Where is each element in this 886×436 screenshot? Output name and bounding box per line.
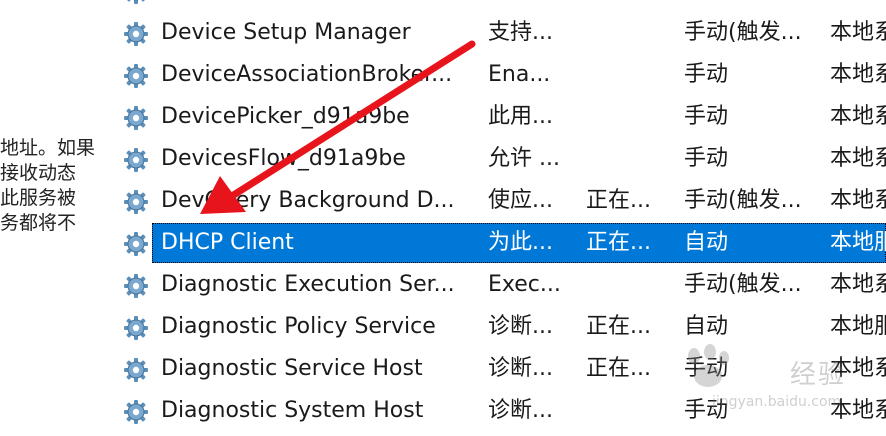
- service-name: DevicePicker_d91a9be: [161, 104, 410, 129]
- service-log-on-as: 本地系: [830, 188, 886, 213]
- service-name: DeviceAssociationBroker...: [161, 62, 453, 87]
- service-status: 正在...: [586, 356, 651, 381]
- service-row[interactable]: Diagnostic Execution Ser... Exec... 手动(触发.…: [0, 264, 886, 306]
- service-name: DevQuery Background D...: [161, 188, 455, 213]
- service-row[interactable]: Diagnostic Policy Service 诊断... 正在... 自动 本地服: [0, 306, 886, 348]
- gear-icon: [124, 22, 148, 46]
- service-startup-type: 手动(触发...: [684, 20, 802, 45]
- gear-icon: [124, 358, 148, 382]
- service-description: 诊断...: [488, 314, 553, 339]
- service-name: DHCP Client: [161, 230, 294, 255]
- service-name: Diagnostic Policy Service: [161, 314, 436, 339]
- service-log-on-as: 本地服: [830, 230, 886, 255]
- service-description: 支持...: [488, 20, 553, 45]
- gear-icon: [124, 190, 148, 214]
- service-description: 诊断...: [488, 356, 553, 381]
- service-log-on-as: 本地系: [830, 62, 886, 87]
- service-startup-type: 自动: [684, 314, 729, 339]
- service-name: DevicesFlow_d91a9be: [161, 146, 406, 171]
- service-startup-type: 手动(触发...: [684, 188, 802, 213]
- service-log-on-as: 本地系: [830, 398, 886, 423]
- service-startup-type: 手动: [684, 62, 729, 87]
- service-log-on-as: 本地系: [830, 20, 886, 45]
- gear-icon: [124, 274, 148, 298]
- service-row[interactable]: DevicesFlow_d91a9be 允许 ... 手动 本地系: [0, 138, 886, 180]
- service-startup-type: 手动: [684, 104, 729, 129]
- service-row[interactable]: Device Setup Manager 支持... 手动(触发... 本地系: [0, 12, 886, 54]
- gear-icon: [124, 64, 148, 88]
- gear-icon: [124, 106, 148, 130]
- service-row[interactable]: DHCP Client 为此... 正在... 自动 本地服: [0, 222, 886, 264]
- service-startup-type: 手动: [684, 146, 729, 171]
- service-startup-type: 手动: [684, 398, 729, 423]
- service-status: 正在...: [586, 230, 651, 255]
- service-name: Diagnostic Execution Ser...: [161, 272, 455, 297]
- service-log-on-as: 本地系: [830, 146, 886, 171]
- service-description: 使应...: [488, 188, 553, 213]
- service-name: Device Setup Manager: [161, 20, 411, 45]
- gear-icon: [124, 400, 148, 424]
- service-log-on-as: 本地系: [830, 104, 886, 129]
- service-row[interactable]: Diagnostic Service Host 诊断... 正在... 手动 本地系: [0, 348, 886, 390]
- service-name: Diagnostic Service Host: [161, 356, 423, 381]
- service-name: Diagnostic System Host: [161, 398, 424, 423]
- service-status: 正在...: [586, 314, 651, 339]
- service-log-on-as: 本地系: [830, 356, 886, 381]
- service-description: Ena...: [488, 62, 551, 87]
- service-row[interactable]: Diagnostic System Host 诊断... 手动 本地系: [0, 390, 886, 432]
- service-log-on-as: 本地服: [830, 314, 886, 339]
- service-row[interactable]: Device Install Service: [0, 0, 886, 12]
- service-description: 允许 ...: [488, 146, 560, 171]
- service-row[interactable]: DevicePicker_d91a9be 此用... 手动 本地系: [0, 96, 886, 138]
- service-startup-type: 自动: [684, 230, 729, 255]
- service-description: 此用...: [488, 104, 553, 129]
- gear-icon: [124, 148, 148, 172]
- service-log-on-as: 本地系: [830, 272, 886, 297]
- service-startup-type: 手动: [684, 356, 729, 381]
- service-startup-type: 手动(触发...: [684, 272, 802, 297]
- service-row[interactable]: DevQuery Background D... 使应... 正在... 手动(触发.…: [0, 180, 886, 222]
- gear-icon: [126, 0, 146, 4]
- service-description: 为此...: [488, 230, 553, 255]
- gear-icon: [124, 316, 148, 340]
- service-name: Device Install Service: [161, 0, 481, 12]
- service-status: 正在...: [586, 188, 651, 213]
- gear-icon: [124, 232, 148, 256]
- service-description: 诊断...: [488, 398, 553, 423]
- service-row[interactable]: DeviceAssociationBroker... Ena... 手动 本地系: [0, 54, 886, 96]
- service-description: Exec...: [488, 272, 561, 297]
